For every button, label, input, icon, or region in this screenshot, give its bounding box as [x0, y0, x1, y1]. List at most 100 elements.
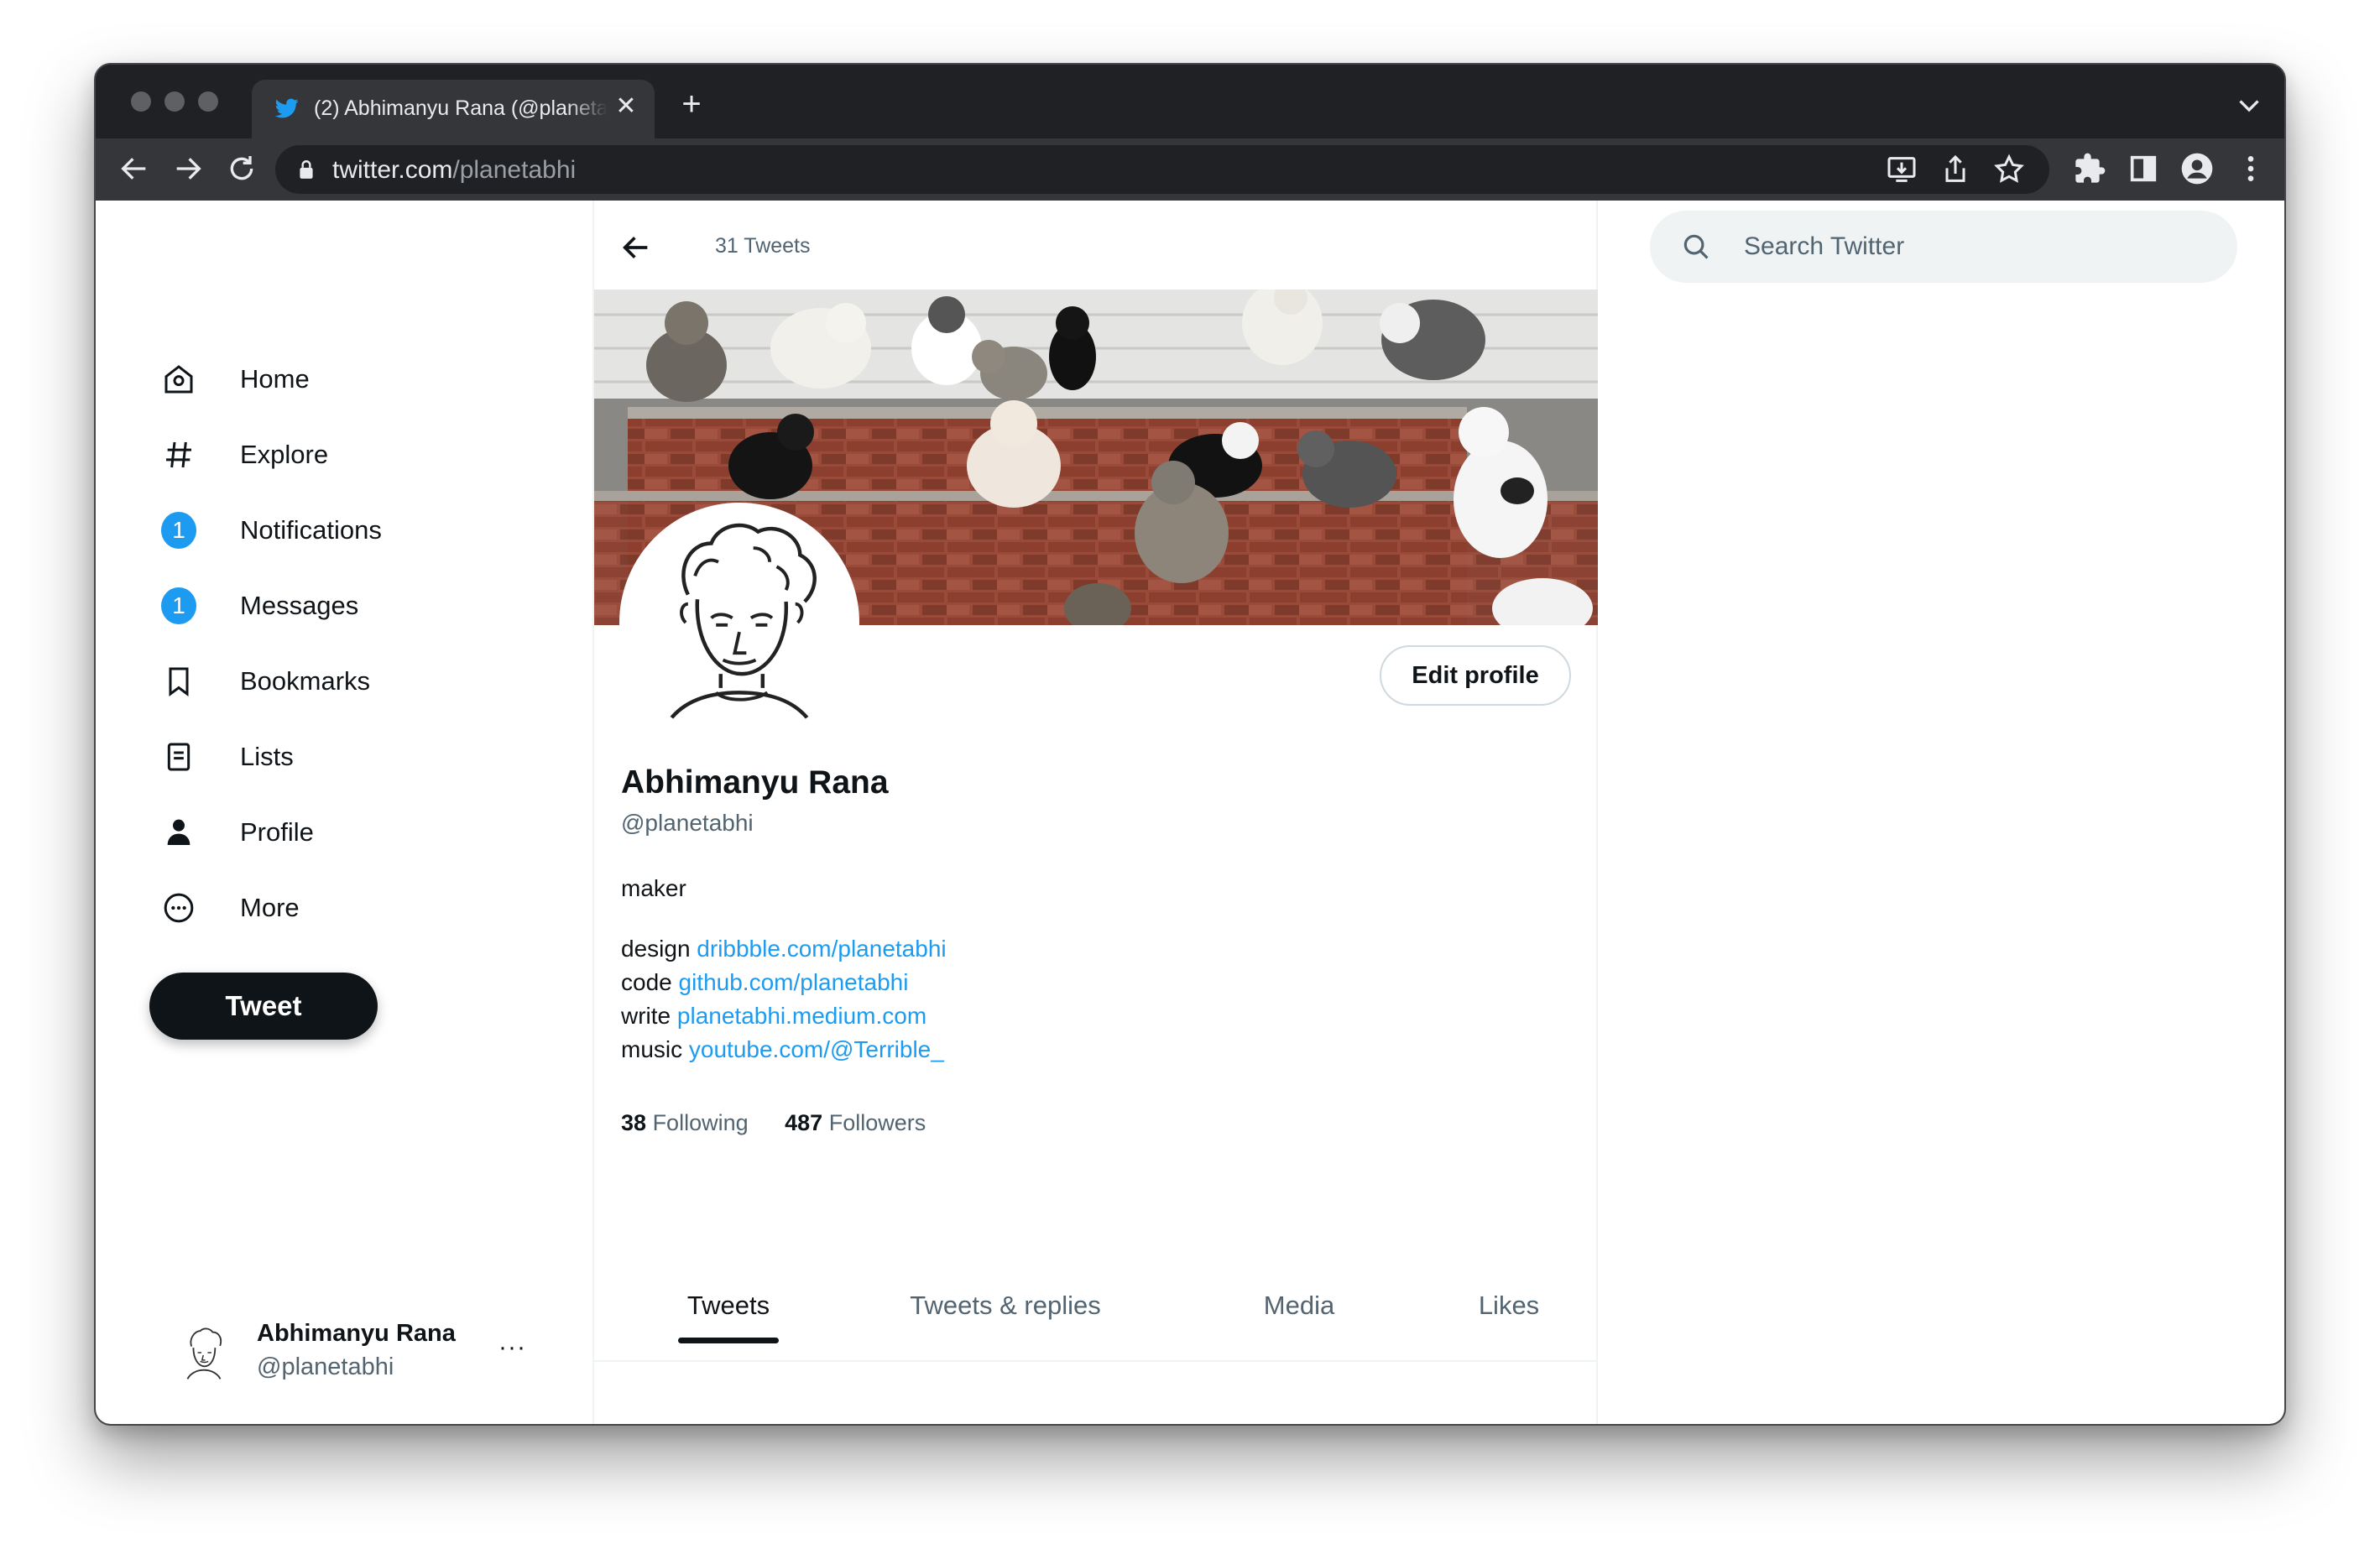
left-sidebar: Home Explore 1 Notifications 1 Messages …	[96, 201, 592, 1424]
search-input[interactable]	[1744, 211, 2214, 283]
tab-tweets-replies[interactable]: Tweets & replies	[863, 1249, 1148, 1362]
sidebar-item-label: Profile	[240, 817, 314, 847]
avatar-sketch	[667, 523, 817, 722]
zoom-window-dot[interactable]	[198, 91, 218, 112]
new-tab-icon[interactable]: +	[675, 87, 708, 122]
home-icon	[164, 365, 193, 394]
sidebar-item-explore[interactable]: Explore	[149, 425, 502, 484]
sidebar-item-label: Home	[240, 364, 310, 394]
bookmark-star-icon[interactable]	[1992, 153, 2026, 186]
sidebar-item-label: More	[240, 893, 300, 922]
link-line-music: music youtube.com/@Terrible_	[621, 1033, 947, 1067]
browser-tab[interactable]: (2) Abhimanyu Rana (@planetabhi) / Twitt…	[252, 80, 655, 138]
github-link[interactable]: github.com/planetabhi	[679, 969, 909, 995]
tab-title: (2) Abhimanyu Rana (@planetabhi) / Twitt…	[314, 96, 608, 120]
notification-count-badge: 1	[161, 512, 196, 549]
more-circle-icon	[164, 893, 194, 923]
tab-label: Tweets & replies	[910, 1291, 1101, 1320]
tweets-count: 31 Tweets	[715, 234, 811, 258]
link-prefix: code	[621, 969, 679, 995]
bookmark-icon	[169, 667, 189, 696]
back-arrow-icon[interactable]	[117, 152, 151, 185]
followers-stat[interactable]: 487 Followers	[785, 1110, 926, 1135]
search-icon	[1683, 234, 1709, 259]
install-icon[interactable]	[1885, 153, 1918, 186]
sidebar-item-bookmarks[interactable]: Bookmarks	[149, 652, 502, 711]
close-window-dot[interactable]	[131, 91, 151, 112]
sidebar-item-lists[interactable]: Lists	[149, 728, 502, 786]
active-tab-indicator	[678, 1338, 779, 1343]
main-column: 31 Tweets Edit profile Abhimanyu Rana @p…	[592, 201, 1598, 1424]
edit-profile-button[interactable]: Edit profile	[1380, 645, 1571, 706]
tab-close-icon[interactable]: ✕	[611, 91, 641, 122]
profile-avatar[interactable]	[619, 503, 859, 743]
browser-toolbar: twitter.com/planetabhi	[96, 138, 2284, 201]
profile-bio: maker	[621, 875, 686, 901]
sidebar-item-label: Lists	[240, 742, 294, 771]
extensions-icon[interactable]	[2073, 152, 2106, 185]
dribbble-link[interactable]: dribbble.com/planetabhi	[697, 936, 946, 962]
share-icon[interactable]	[1939, 153, 1972, 186]
tab-media[interactable]: Media	[1182, 1249, 1417, 1362]
sidebar-item-messages[interactable]: 1 Messages	[149, 576, 502, 635]
url-host: twitter.com	[332, 156, 453, 184]
avatar	[173, 1322, 235, 1384]
link-line-write: write planetabhi.medium.com	[621, 999, 947, 1033]
tab-tweets[interactable]: Tweets	[628, 1249, 829, 1362]
follow-stats: 38 Following 487 Followers	[621, 1110, 926, 1136]
minimize-window-dot[interactable]	[164, 91, 185, 112]
profile-tabs: Tweets Tweets & replies Media Likes	[594, 1249, 1596, 1362]
profile-icon[interactable]	[2180, 152, 2214, 185]
tab-label: Tweets	[686, 1291, 770, 1320]
link-line-code: code github.com/planetabhi	[621, 966, 947, 999]
tab-search-chevron-icon[interactable]	[2234, 90, 2264, 120]
account-handle: @planetabhi	[257, 1353, 394, 1380]
link-prefix: music	[621, 1036, 689, 1062]
hashtag-icon	[166, 441, 191, 468]
followers-count: 487	[785, 1110, 823, 1135]
url-text: twitter.com/planetabhi	[332, 156, 576, 185]
reload-icon[interactable]	[225, 152, 258, 185]
sidebar-item-profile[interactable]: Profile	[149, 803, 502, 862]
tab-label: Likes	[1478, 1291, 1540, 1320]
tweet-button[interactable]: Tweet	[149, 973, 378, 1040]
search-box[interactable]	[1650, 211, 2237, 283]
address-bar[interactable]: twitter.com/planetabhi	[275, 145, 2049, 194]
youtube-link[interactable]: youtube.com/@Terrible_	[689, 1036, 944, 1062]
medium-link[interactable]: planetabhi.medium.com	[677, 1003, 926, 1029]
sidebar-item-label: Notifications	[240, 515, 382, 545]
lists-icon	[167, 743, 191, 771]
person-icon	[167, 819, 191, 845]
tab-likes[interactable]: Likes	[1433, 1249, 1584, 1362]
twitter-bird-icon	[274, 98, 299, 118]
avatar-sketch	[185, 1327, 222, 1382]
link-line-design: design dribbble.com/planetabhi	[621, 932, 947, 966]
following-count: 38	[621, 1110, 647, 1135]
link-prefix: write	[621, 1003, 677, 1029]
title-bar: (2) Abhimanyu Rana (@planetabhi) / Twitt…	[96, 65, 2284, 138]
lock-icon	[300, 160, 313, 179]
account-switcher[interactable]: Abhimanyu Rana @planetabhi ···	[149, 1317, 552, 1392]
twitter-page: Home Explore 1 Notifications 1 Messages …	[96, 201, 2284, 1424]
url-path: /planetabhi	[452, 156, 577, 184]
sidebar-item-label: Messages	[240, 591, 359, 620]
menu-icon[interactable]	[2234, 152, 2268, 185]
profile-links: design dribbble.com/planetabhi code gith…	[621, 932, 947, 1067]
following-stat[interactable]: 38 Following	[621, 1110, 749, 1135]
message-count-badge: 1	[161, 587, 196, 624]
profile-handle: @planetabhi	[621, 810, 754, 836]
side-panel-icon[interactable]	[2127, 152, 2160, 185]
sidebar-item-home[interactable]: Home	[149, 350, 502, 409]
sidebar-item-notifications[interactable]: 1 Notifications	[149, 501, 502, 560]
browser-window: (2) Abhimanyu Rana (@planetabhi) / Twitt…	[94, 63, 2286, 1426]
followers-label: Followers	[828, 1110, 926, 1135]
account-name: Abhimanyu Rana	[257, 1320, 456, 1347]
back-arrow-icon[interactable]	[619, 231, 653, 264]
forward-arrow-icon[interactable]	[171, 152, 205, 185]
profile-name: Abhimanyu Rana	[621, 764, 889, 801]
more-dots-icon[interactable]: ···	[498, 1333, 526, 1362]
link-prefix: design	[621, 936, 697, 962]
sidebar-item-label: Explore	[240, 440, 329, 469]
sidebar-item-more[interactable]: More	[149, 879, 502, 937]
tab-label: Media	[1263, 1291, 1335, 1320]
